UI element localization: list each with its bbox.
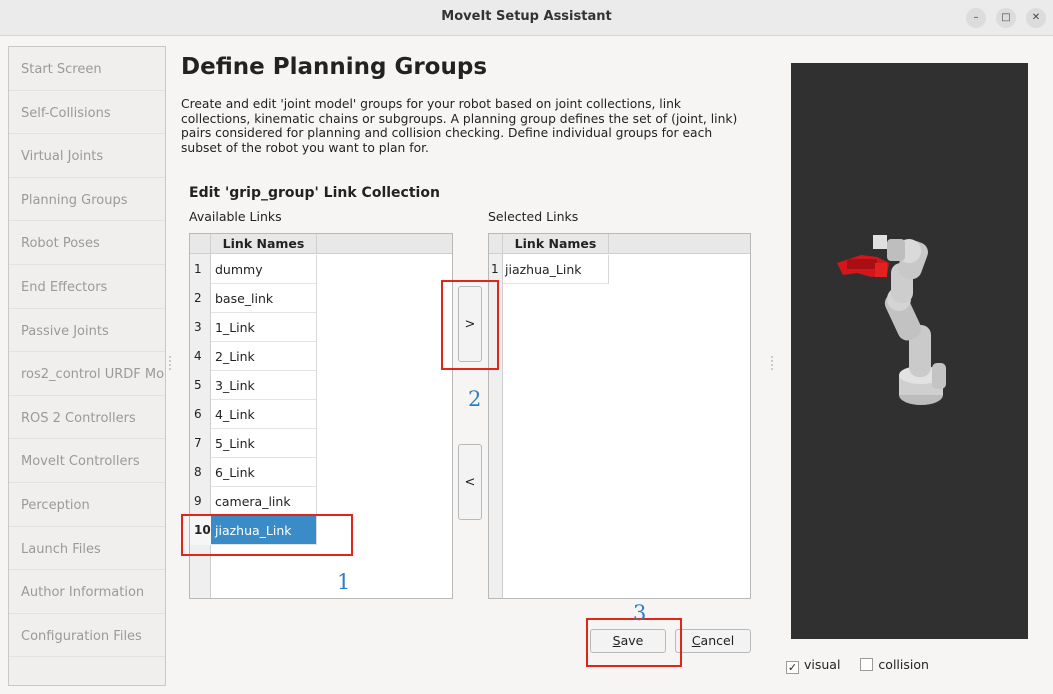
minimize-icon[interactable]: –: [966, 8, 986, 28]
table-row[interactable]: 2 base_link: [190, 284, 318, 313]
sidebar-item-configuration-files[interactable]: Configuration Files: [9, 614, 165, 658]
visual-checkbox[interactable]: ✓: [786, 661, 799, 674]
page-description: Create and edit 'joint model' groups for…: [181, 97, 738, 155]
cancel-button[interactable]: Cancel: [675, 629, 751, 653]
cancel-mnemonic: C: [691, 633, 701, 648]
splitter-handle-right[interactable]: [771, 356, 773, 370]
maximize-icon[interactable]: □: [996, 8, 1016, 28]
link-name-cell[interactable]: dummy: [211, 255, 317, 284]
table-row[interactable]: 1 jiazhua_Link: [489, 255, 617, 284]
sidebar-nav: Start Screen Self-Collisions Virtual Joi…: [8, 46, 166, 686]
close-icon[interactable]: ✕: [1026, 8, 1046, 28]
link-name-cell[interactable]: 3_Link: [211, 371, 317, 400]
robot-3d-viewer[interactable]: [791, 63, 1028, 639]
collision-checkbox[interactable]: [860, 658, 874, 671]
sidebar-item-planning-groups[interactable]: Planning Groups: [9, 178, 165, 222]
annotation-label-3: 3: [633, 601, 647, 625]
table-row[interactable]: 1 dummy: [190, 255, 318, 284]
row-number: 8: [194, 465, 202, 479]
sidebar-item-start-screen[interactable]: Start Screen: [9, 47, 165, 91]
available-links-label: Available Links: [189, 209, 282, 224]
viewer-options: ✓ visual collision: [786, 657, 929, 674]
table-corner: [190, 234, 211, 254]
link-name-cell[interactable]: 5_Link: [211, 429, 317, 458]
sidebar-item-moveit-controllers[interactable]: MoveIt Controllers: [9, 439, 165, 483]
header-filler: [609, 234, 750, 254]
remove-link-button[interactable]: <: [458, 444, 482, 520]
page-title: Define Planning Groups: [181, 54, 488, 80]
link-name-cell[interactable]: base_link: [211, 284, 317, 313]
selected-links-table[interactable]: Link Names 1 jiazhua_Link: [488, 233, 751, 599]
link-name-cell[interactable]: 6_Link: [211, 458, 317, 487]
sidebar-item-end-effectors[interactable]: End Effectors: [9, 265, 165, 309]
cancel-button-rest: ancel: [700, 633, 735, 648]
table-row[interactable]: 9 camera_link: [190, 487, 318, 516]
sidebar-item-self-collisions[interactable]: Self-Collisions: [9, 91, 165, 135]
annotation-box-2: [441, 280, 499, 370]
section-title: Edit 'grip_group' Link Collection: [189, 185, 440, 201]
splitter-handle-left[interactable]: [169, 356, 171, 370]
sidebar-item-passive-joints[interactable]: Passive Joints: [9, 309, 165, 353]
table-corner: [489, 234, 503, 254]
sidebar-item-ros2-controllers[interactable]: ROS 2 Controllers: [9, 396, 165, 440]
link-name-cell[interactable]: 2_Link: [211, 342, 317, 371]
row-number: 2: [194, 291, 202, 305]
window-title: MoveIt Setup Assistant: [441, 9, 612, 24]
sidebar-item-perception[interactable]: Perception: [9, 483, 165, 527]
collision-label: collision: [878, 657, 929, 672]
link-name-cell[interactable]: jiazhua_Link: [503, 255, 609, 284]
row-number: 5: [194, 378, 202, 392]
table-row[interactable]: 6 4_Link: [190, 400, 318, 429]
title-bar: MoveIt Setup Assistant – □ ✕: [0, 0, 1053, 36]
annotation-label-2: 2: [468, 387, 482, 411]
sidebar-item-ros2-control-urdf[interactable]: ros2_control URDF Modifications: [9, 352, 165, 396]
row-number: 1: [194, 262, 202, 276]
link-name-cell[interactable]: camera_link: [211, 487, 317, 516]
row-number: 9: [194, 494, 202, 508]
annotation-label-1: 1: [337, 570, 351, 594]
row-number: 4: [194, 349, 202, 363]
table-row[interactable]: 8 6_Link: [190, 458, 318, 487]
table-row[interactable]: 4 2_Link: [190, 342, 318, 371]
link-name-cell[interactable]: 1_Link: [211, 313, 317, 342]
table-row[interactable]: 5 3_Link: [190, 371, 318, 400]
row-number: 6: [194, 407, 202, 421]
visual-label: visual: [804, 657, 841, 672]
sidebar-item-virtual-joints[interactable]: Virtual Joints: [9, 134, 165, 178]
annotation-box-3: [586, 618, 682, 667]
row-number: 3: [194, 320, 202, 334]
selected-links-label: Selected Links: [488, 209, 579, 224]
column-header-link-names[interactable]: Link Names: [503, 234, 609, 254]
robot-model-icon: [837, 235, 946, 405]
table-row[interactable]: 7 5_Link: [190, 429, 318, 458]
header-filler: [317, 234, 452, 254]
sidebar-item-robot-poses[interactable]: Robot Poses: [9, 221, 165, 265]
table-row[interactable]: 3 1_Link: [190, 313, 318, 342]
annotation-box-1: [181, 514, 353, 556]
link-name-cell[interactable]: 4_Link: [211, 400, 317, 429]
sidebar-item-launch-files[interactable]: Launch Files: [9, 527, 165, 571]
column-header-link-names[interactable]: Link Names: [211, 234, 317, 254]
sidebar-item-author-information[interactable]: Author Information: [9, 570, 165, 614]
row-number: 7: [194, 436, 202, 450]
